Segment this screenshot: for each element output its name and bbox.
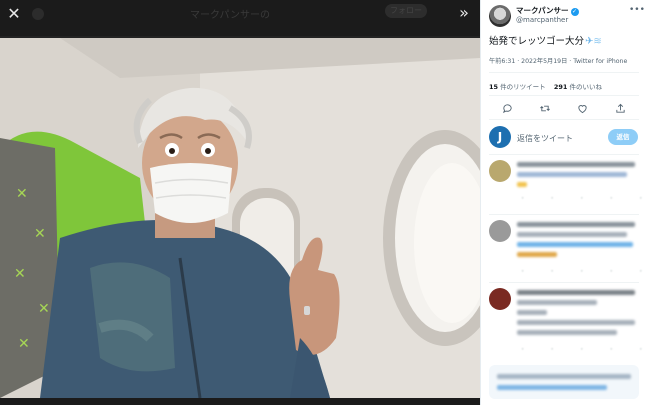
close-icon[interactable]: ✕ [4,4,24,24]
reply-avatar [489,160,511,182]
author-handle[interactable]: @marcpanther [516,16,568,24]
double-chevron-right-icon[interactable]: » [454,4,474,24]
reply-input[interactable]: 返信をツイート [517,133,573,144]
media-viewer: マークパンサーの フォロー ✕ » ✕ ✕ ✕ ✕ ✕ [0,0,480,405]
reply-text-blurred [517,300,597,305]
reply-icon[interactable] [500,101,516,115]
ghost-follow-button: フォロー [385,4,427,18]
divider [489,214,639,215]
tweet-header: マークパンサー ✓ @marcpanther ••• [481,0,645,30]
reply-text-blurred [517,232,627,237]
card-link-blurred [497,385,607,390]
reply-avatar [489,288,511,310]
retweets-label: 件のリツイート [498,83,546,91]
divider [489,119,639,120]
ghost-title: マークパンサーの [190,10,270,21]
reply-item[interactable]: ◦◦◦◦◦ [481,218,645,282]
tweet-photo: ✕ ✕ ✕ ✕ ✕ [0,38,480,398]
dash-emoji-icon: ≋ [593,36,602,47]
like-icon[interactable] [575,101,591,115]
svg-text:✕: ✕ [18,336,30,352]
viewer-bottombar [0,398,480,405]
svg-text:✕: ✕ [38,301,50,317]
svg-text:✕: ✕ [16,186,28,202]
retweets-count[interactable]: 15 [489,83,498,91]
author-avatar[interactable] [489,5,511,27]
svg-text:✕: ✕ [14,266,26,282]
tweet-body: 始発でレッツゴー大分 [489,36,585,47]
reply-author-blurred [517,290,635,295]
reply-text-blurred [517,172,627,177]
airplane-emoji-icon: ✈ [585,36,594,47]
reply-text-blurred [517,242,633,247]
reply-emoji-blurred [517,252,557,257]
tweet-timestamp[interactable]: 午前6:31 · 2022年5月19日 · Twitter for iPhone [489,56,627,65]
tweet-media-viewer: マークパンサーの フォロー ✕ » ✕ ✕ ✕ ✕ ✕ マークパンサー ✓ @m… [0,0,645,405]
more-options-icon[interactable]: ••• [629,5,645,15]
svg-text:✕: ✕ [34,226,46,242]
reply-avatar [489,220,511,242]
divider [489,154,639,155]
divider [489,72,639,73]
reply-text-blurred [517,330,617,335]
tweet-actions [489,100,639,116]
likes-label: 件のいいね [567,83,603,91]
ghost-back-icon [32,8,44,20]
reply-author-blurred [517,222,635,227]
reply-actions-blurred: ◦◦◦◦◦ [521,268,643,275]
reply-button[interactable]: 返信 [608,129,638,145]
card-text-blurred [497,374,631,379]
reply-item[interactable]: ◦◦◦◦◦ [481,158,645,214]
likes-count[interactable]: 291 [554,83,568,91]
divider [489,95,639,96]
reply-actions-blurred: ◦◦◦◦◦ [521,346,643,353]
verified-badge-icon: ✓ [570,8,579,16]
retweet-icon[interactable] [537,101,553,115]
reply-item[interactable]: ◦◦◦◦◦ [481,286,645,358]
tweet-panel: マークパンサー ✓ @marcpanther ••• 始発でレッツゴー大分✈≋ 午… [480,0,645,405]
reply-text-blurred [517,320,635,325]
user-avatar[interactable]: J [489,126,511,148]
reply-author-blurred [517,162,635,167]
reply-composer: J 返信をツイート 返信 [481,122,645,156]
tweet-text: 始発でレッツゴー大分✈≋ [489,33,639,47]
divider [489,282,639,283]
author-name[interactable]: マークパンサー ✓ [516,5,579,16]
reply-text-blurred [517,310,547,315]
tweet-stats: 15 件のリツイート 291 件のいいね [489,81,602,91]
share-icon[interactable] [612,101,628,115]
more-replies-card[interactable] [489,365,639,399]
reply-actions-blurred: ◦◦◦◦◦ [521,195,643,202]
reply-emoji-blurred [517,182,527,187]
author-display-name: マークパンサー [516,6,569,15]
viewer-topbar: マークパンサーの フォロー [0,0,480,36]
